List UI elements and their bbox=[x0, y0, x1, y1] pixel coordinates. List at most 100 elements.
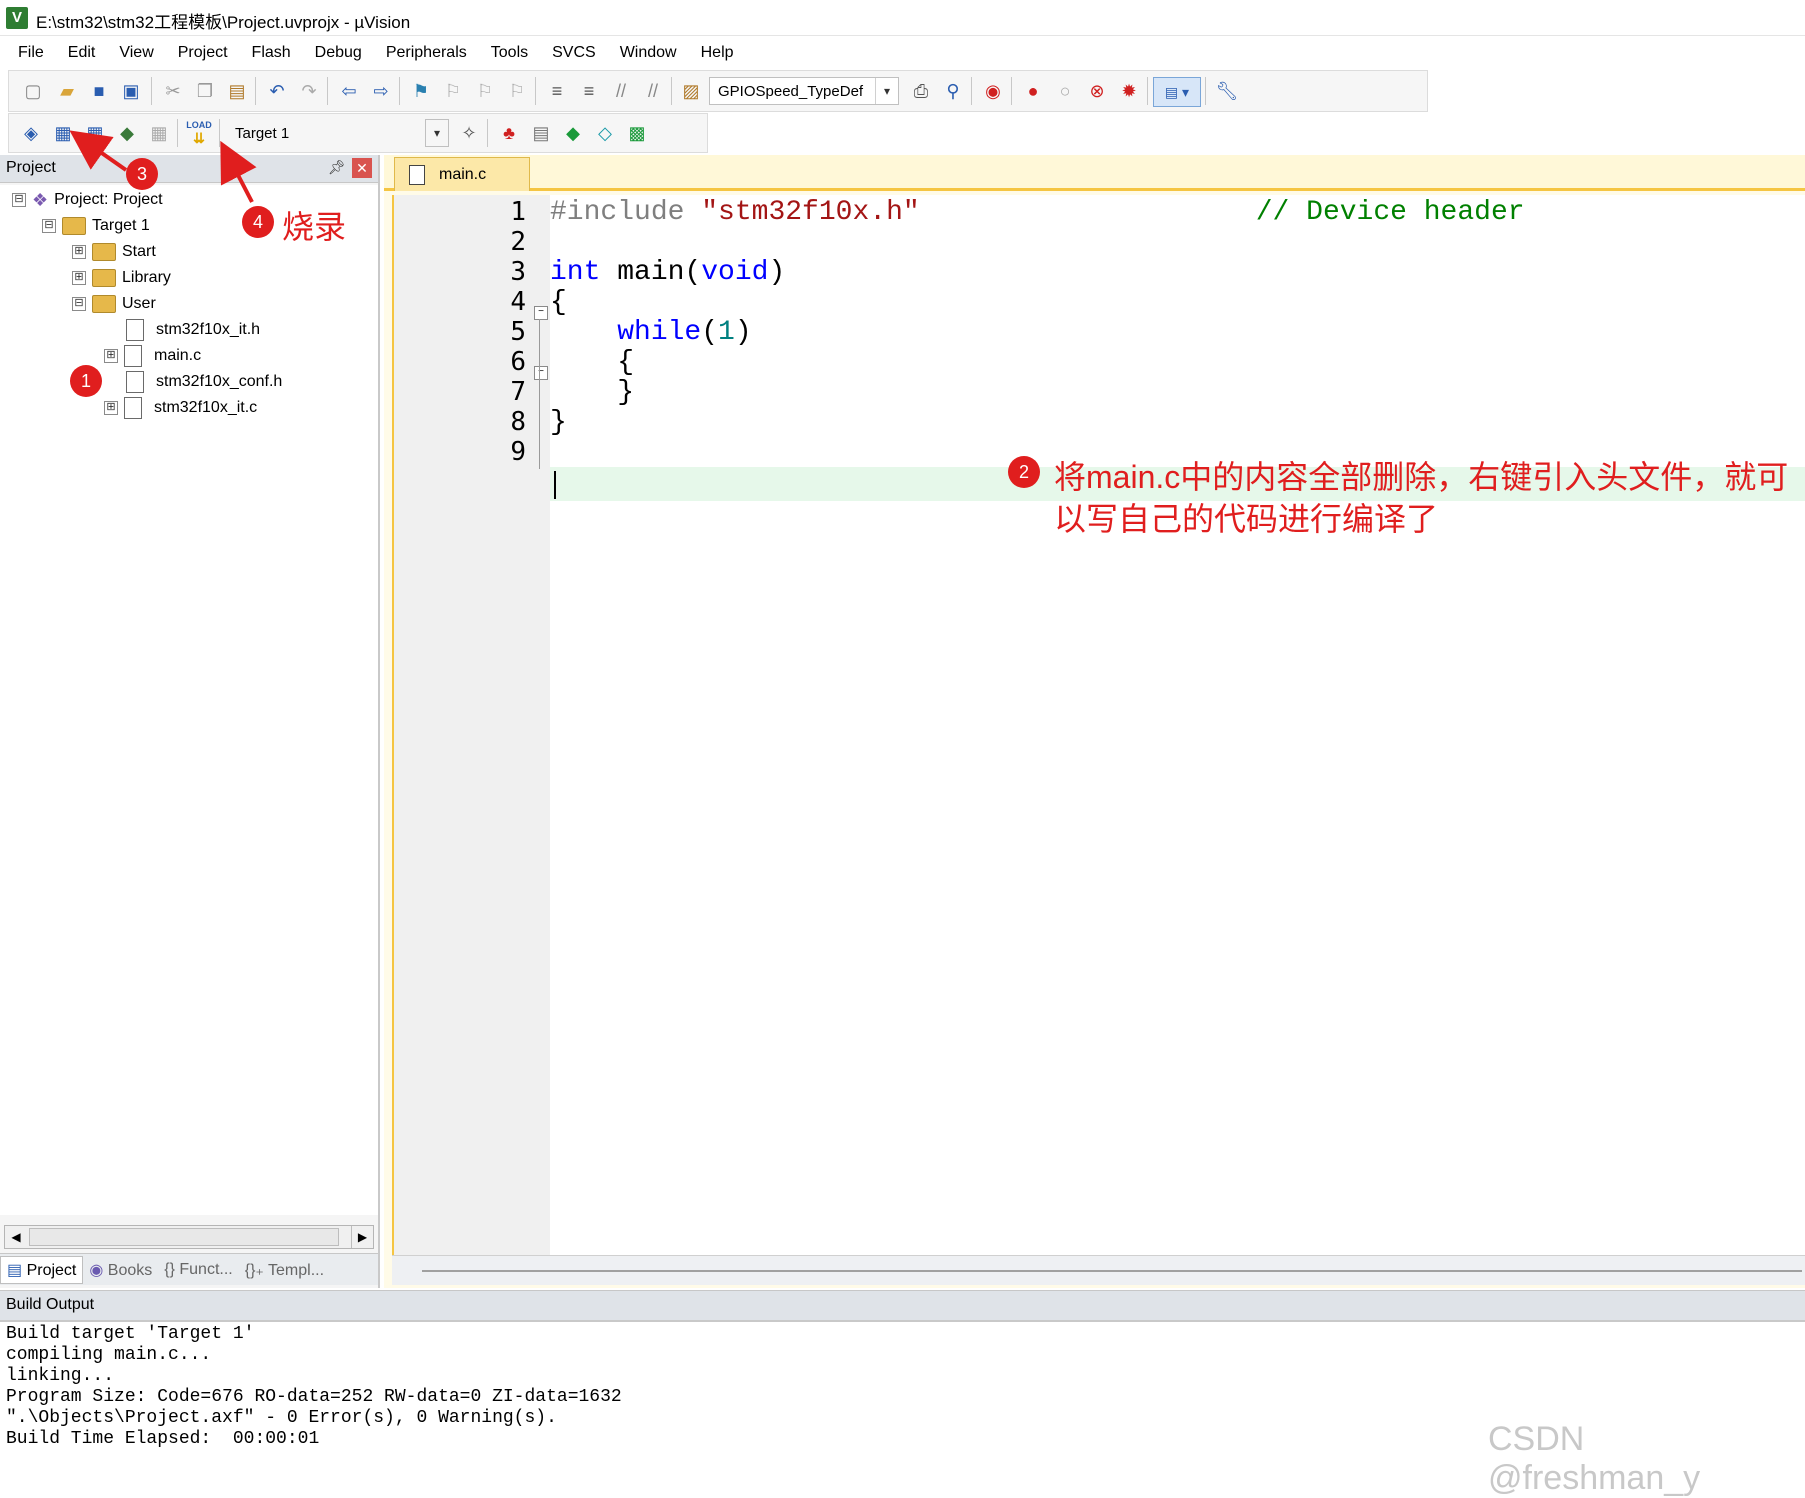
tree-node-library[interactable]: ⊞ Library bbox=[72, 265, 171, 291]
new-file-icon[interactable]: ▢ bbox=[19, 77, 47, 105]
menu-window[interactable]: Window bbox=[608, 44, 689, 62]
next-bookmark-icon[interactable]: ⚐ bbox=[471, 77, 499, 105]
tree-node-target[interactable]: ⊟ Target 1 bbox=[42, 213, 150, 239]
translate-icon[interactable]: ◈ bbox=[17, 119, 45, 147]
menu-project[interactable]: Project bbox=[166, 44, 240, 62]
menu-flash[interactable]: Flash bbox=[240, 44, 303, 62]
tree-node-project[interactable]: ⊟ ❖ Project: Project bbox=[12, 187, 163, 213]
tree-node-start[interactable]: ⊞ Start bbox=[72, 239, 156, 265]
debug-session-icon[interactable]: ◉ bbox=[979, 77, 1007, 105]
menu-file[interactable]: File bbox=[6, 44, 56, 62]
code-line[interactable]: while(1) bbox=[550, 317, 751, 351]
disable-breakpoint-icon[interactable]: ○ bbox=[1051, 77, 1079, 105]
menu-peripherals[interactable]: Peripherals bbox=[374, 44, 479, 62]
close-icon[interactable]: ✕ bbox=[352, 158, 372, 178]
menu-tools[interactable]: Tools bbox=[479, 44, 540, 62]
collapse-icon[interactable]: ⊟ bbox=[42, 219, 56, 233]
tree-node-file[interactable]: stm32f10x_conf.h bbox=[126, 369, 282, 395]
prev-bookmark-icon[interactable]: ⚐ bbox=[439, 77, 467, 105]
find-icon[interactable]: ⎙ bbox=[907, 77, 935, 105]
tab-books[interactable]: ◉ Books bbox=[83, 1260, 158, 1280]
collapse-icon[interactable]: ⊟ bbox=[72, 297, 86, 311]
tab-functions[interactable]: {} Funct... bbox=[158, 1261, 238, 1279]
collapse-icon[interactable]: ⊟ bbox=[12, 193, 26, 207]
menu-edit[interactable]: Edit bbox=[56, 44, 108, 62]
kill-all-breakpoints-icon[interactable]: ✹ bbox=[1115, 77, 1143, 105]
find-in-files-icon[interactable]: ▨ bbox=[677, 77, 705, 105]
fold-toggle-icon[interactable]: − bbox=[534, 366, 548, 380]
code-line[interactable]: { bbox=[550, 287, 567, 321]
batch-build-icon[interactable]: ◆ bbox=[113, 119, 141, 147]
disable-all-breakpoints-icon[interactable]: ⊗ bbox=[1083, 77, 1111, 105]
line-number: 4 bbox=[510, 287, 526, 317]
rte-components-icon[interactable]: ▩ bbox=[623, 119, 651, 147]
rebuild-icon[interactable]: ▦ bbox=[81, 119, 109, 147]
indent-icon[interactable]: ≡ bbox=[543, 77, 571, 105]
file-toolbar: ▢ ▰ ■ ▣ ✂ ❐ ▤ ↶ ↷ ⇦ ⇨ ⚑ ⚐ ⚐ ⚐ ≡ ≡ // // … bbox=[8, 70, 1428, 112]
editor-horizontal-scrollbar[interactable] bbox=[392, 1255, 1805, 1285]
target-select[interactable]: Target 1 ▾ bbox=[227, 119, 449, 147]
breakpoint-icon[interactable]: ● bbox=[1019, 77, 1047, 105]
build-icon[interactable]: ▦ bbox=[49, 119, 77, 147]
menu-view[interactable]: View bbox=[107, 44, 165, 62]
manage-project-items-icon[interactable]: ♣ bbox=[495, 119, 523, 147]
code-text-area[interactable]: #include "stm32f10x.h" // Device header i… bbox=[550, 195, 1805, 1255]
project-horizontal-scrollbar[interactable]: ◀ ▶ bbox=[4, 1225, 374, 1249]
comment-icon[interactable]: // bbox=[607, 77, 635, 105]
chevron-down-icon[interactable]: ▾ bbox=[425, 119, 449, 147]
fold-toggle-icon[interactable]: − bbox=[534, 306, 548, 320]
expand-icon[interactable]: ⊞ bbox=[104, 401, 118, 415]
tab-project[interactable]: ▤ Project bbox=[0, 1255, 84, 1284]
pack-installer-icon[interactable]: ◇ bbox=[591, 119, 619, 147]
save-all-icon[interactable]: ▣ bbox=[117, 77, 145, 105]
paste-icon[interactable]: ▤ bbox=[223, 77, 251, 105]
tab-templates[interactable]: {}₊ Templ... bbox=[239, 1260, 330, 1280]
window-layout-icon[interactable]: ▤ ▾ bbox=[1153, 77, 1201, 107]
options-for-target-icon[interactable]: ✧ bbox=[455, 119, 483, 147]
tree-node-user[interactable]: ⊟ User bbox=[72, 291, 156, 317]
redo-icon[interactable]: ↷ bbox=[295, 77, 323, 105]
tree-node-main-c[interactable]: ⊞ main.c bbox=[104, 343, 201, 369]
code-line[interactable]: } bbox=[550, 377, 634, 411]
navigate-back-icon[interactable]: ⇦ bbox=[335, 77, 363, 105]
configure-icon[interactable]: 🔧︎ bbox=[1213, 77, 1241, 105]
scroll-track[interactable] bbox=[422, 1270, 1802, 1272]
code-line[interactable]: } bbox=[550, 407, 567, 441]
tree-node-file[interactable]: ⊞ stm32f10x_it.c bbox=[104, 395, 257, 421]
menu-debug[interactable]: Debug bbox=[303, 44, 374, 62]
find-combo[interactable]: GPIOSpeed_TypeDef ▾ bbox=[709, 77, 899, 105]
code-line[interactable]: int main(void) bbox=[550, 257, 785, 291]
scroll-left-icon[interactable]: ◀ bbox=[5, 1226, 27, 1248]
pin-icon[interactable]: 📌︎ bbox=[328, 159, 346, 176]
scroll-thumb[interactable] bbox=[29, 1228, 339, 1246]
code-editor[interactable]: 123456789 − − #include "stm32f10x.h" // … bbox=[392, 195, 1805, 1255]
menu-help[interactable]: Help bbox=[689, 44, 746, 62]
menu-svcs[interactable]: SVCS bbox=[540, 44, 608, 62]
download-load-icon[interactable]: LOAD ⇊ bbox=[185, 119, 213, 147]
navigate-forward-icon[interactable]: ⇨ bbox=[367, 77, 395, 105]
editor-tab-main-c[interactable]: main.c bbox=[394, 157, 530, 191]
copy-icon[interactable]: ❐ bbox=[191, 77, 219, 105]
cut-icon[interactable]: ✂ bbox=[159, 77, 187, 105]
manage-rte-icon[interactable]: ◆ bbox=[559, 119, 587, 147]
select-packs-icon[interactable]: ▤ bbox=[527, 119, 555, 147]
code-line[interactable]: #include "stm32f10x.h" // Device header bbox=[550, 197, 1525, 231]
chevron-down-icon[interactable]: ▾ bbox=[875, 78, 898, 104]
project-tab-icon: ▤ bbox=[7, 1261, 27, 1279]
uncomment-icon[interactable]: // bbox=[639, 77, 667, 105]
expand-icon[interactable]: ⊞ bbox=[104, 349, 118, 363]
unindent-icon[interactable]: ≡ bbox=[575, 77, 603, 105]
tree-node-file[interactable]: stm32f10x_it.h bbox=[126, 317, 260, 343]
undo-icon[interactable]: ↶ bbox=[263, 77, 291, 105]
expand-icon[interactable]: ⊞ bbox=[72, 245, 86, 259]
clear-bookmarks-icon[interactable]: ⚐ bbox=[503, 77, 531, 105]
save-icon[interactable]: ■ bbox=[85, 77, 113, 105]
incremental-find-icon[interactable]: ⚲ bbox=[939, 77, 967, 105]
open-file-icon[interactable]: ▰ bbox=[53, 77, 81, 105]
scroll-right-icon[interactable]: ▶ bbox=[351, 1226, 373, 1248]
tree-node-label: Target 1 bbox=[92, 217, 150, 234]
code-line[interactable]: { bbox=[550, 347, 634, 381]
expand-icon[interactable]: ⊞ bbox=[72, 271, 86, 285]
bookmark-icon[interactable]: ⚑ bbox=[407, 77, 435, 105]
stop-build-icon[interactable]: ▦ bbox=[145, 119, 173, 147]
